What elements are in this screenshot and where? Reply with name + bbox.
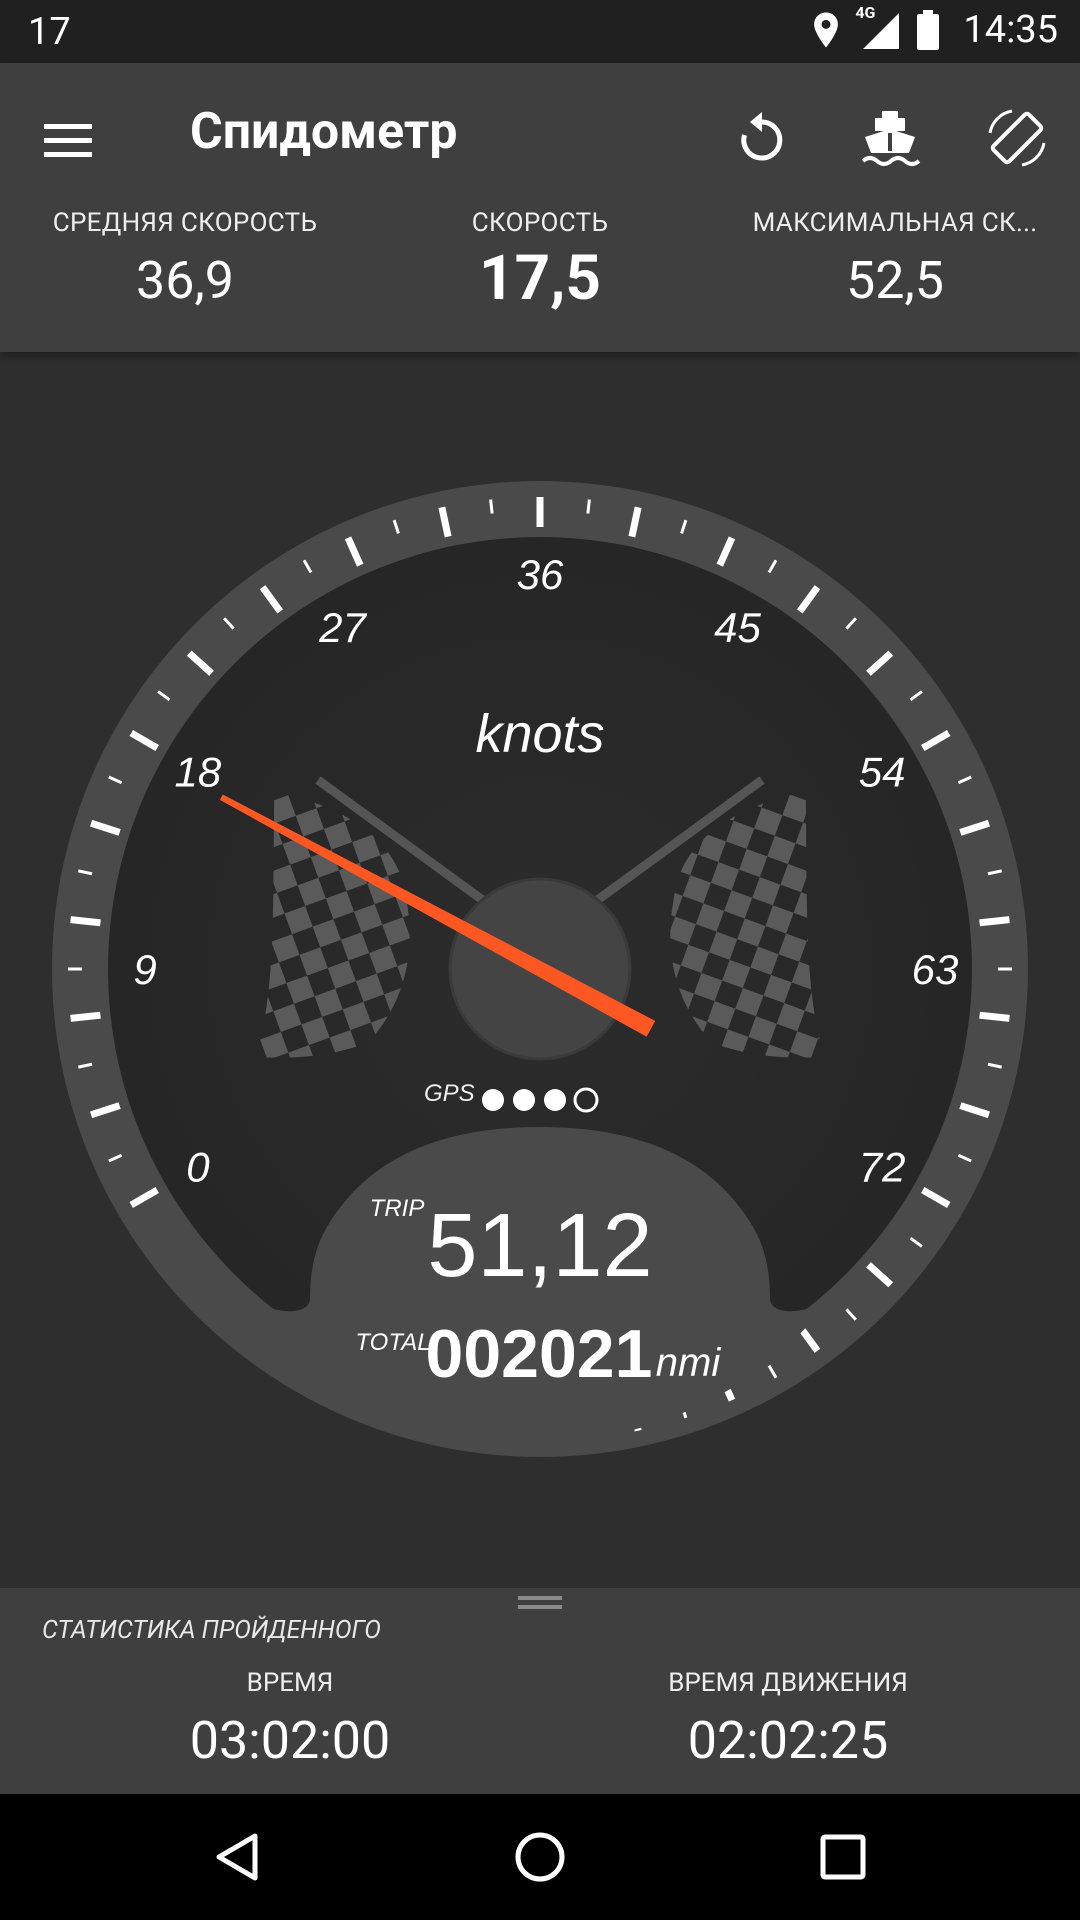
back-icon: [216, 1833, 258, 1881]
minor-tick: [586, 499, 591, 514]
speed-value: 17,5: [479, 242, 601, 315]
navigation-bar: [0, 1794, 1080, 1920]
home-icon: [515, 1832, 565, 1882]
rotate-button[interactable]: [977, 98, 1057, 178]
location-icon: [814, 12, 839, 48]
gps-label: GPS: [424, 1080, 475, 1107]
avg-speed-label: СРЕДНЯЯ СКОРОСТЬ: [52, 208, 318, 238]
speed-unit-label: knots: [475, 704, 604, 764]
trip-label: TRIP: [370, 1195, 425, 1222]
scale-label: 0: [186, 1144, 210, 1191]
scale-label: 54: [859, 749, 906, 796]
avg-speed-stat: СРЕДНЯЯ СКОРОСТЬ 36,9: [5, 208, 365, 311]
minor-tick: [489, 499, 494, 514]
speed-stat: СКОРОСТЬ 17,5: [360, 208, 720, 315]
major-tick: [979, 916, 1010, 927]
total-label: TOTAL: [355, 1329, 430, 1356]
speed-label: СКОРОСТЬ: [471, 208, 609, 238]
status-bar: 17 4G 14:35: [0, 0, 1080, 63]
scale-label: 63: [912, 946, 959, 993]
scale-label: 72: [859, 1144, 906, 1191]
avg-speed-value: 36,9: [136, 250, 234, 311]
status-time: 14:35: [963, 8, 1058, 52]
major-tick: [70, 916, 101, 927]
home-button[interactable]: [500, 1822, 580, 1892]
major-tick: [979, 1011, 1010, 1022]
gps-dot-filled: [513, 1089, 535, 1111]
moving-time-label: ВРЕМЯ ДВИЖЕНИЯ: [668, 1668, 908, 1698]
status-left-text: 17: [28, 10, 71, 54]
boat-button[interactable]: [850, 98, 930, 178]
menu-button[interactable]: [40, 108, 100, 168]
trip-stats-title: СТАТИСТИКА ПРОЙДЕННОГО: [42, 1616, 381, 1645]
distance-unit-label: nmi: [656, 1341, 722, 1385]
recents-button[interactable]: [803, 1822, 883, 1892]
reset-button[interactable]: [722, 98, 802, 178]
signal-icon: 4G: [855, 3, 901, 51]
gps-dot-filled: [482, 1089, 504, 1111]
total-value: 002021: [426, 1316, 653, 1392]
max-speed-label: МАКСИМАЛЬНАЯ СК...: [752, 208, 1038, 238]
moving-time-stat: ВРЕМЯ ДВИЖЕНИЯ 02:02:25: [588, 1668, 988, 1771]
speed-gauge: knots 09182736455463728190 GPS TRIP 51,1…: [0, 352, 1080, 1588]
panel-drag-handle[interactable]: [518, 1596, 562, 1610]
elapsed-time-label: ВРЕМЯ: [246, 1668, 334, 1698]
status-icons: 4G 14:35: [811, 3, 1058, 52]
major-tick: [70, 1011, 101, 1022]
trip-stats-panel: СТАТИСТИКА ПРОЙДЕННОГО ВРЕМЯ 03:02:00 ВР…: [0, 1588, 1080, 1794]
scale-label: 9: [133, 946, 156, 993]
back-button[interactable]: [198, 1822, 278, 1892]
scale-label: 36: [517, 551, 564, 598]
reset-icon: [741, 112, 783, 161]
rotate-icon: [988, 109, 1046, 167]
elapsed-time-value: 03:02:00: [189, 1710, 391, 1771]
moving-time-value: 02:02:25: [687, 1710, 889, 1771]
max-speed-stat: МАКСИМАЛЬНАЯ СК... 52,5: [715, 208, 1075, 311]
elapsed-time-stat: ВРЕМЯ 03:02:00: [90, 1668, 490, 1771]
app-title: Спидометр: [190, 103, 458, 161]
boat-icon: [861, 111, 921, 166]
recents-icon: [820, 1834, 866, 1880]
max-speed-value: 52,5: [846, 250, 944, 311]
scale-label: 27: [318, 604, 367, 651]
trip-value: 51,12: [427, 1196, 652, 1296]
app-bar: Спидометр СРЕДНЯЯ СКОРОСТЬ 36,9 СКОРОСТЬ…: [0, 63, 1080, 352]
battery-icon: [917, 10, 940, 50]
gps-dot-filled: [544, 1089, 566, 1111]
menu-icon: [44, 124, 92, 157]
scale-label: 45: [714, 604, 761, 651]
scale-label: 18: [175, 749, 222, 796]
